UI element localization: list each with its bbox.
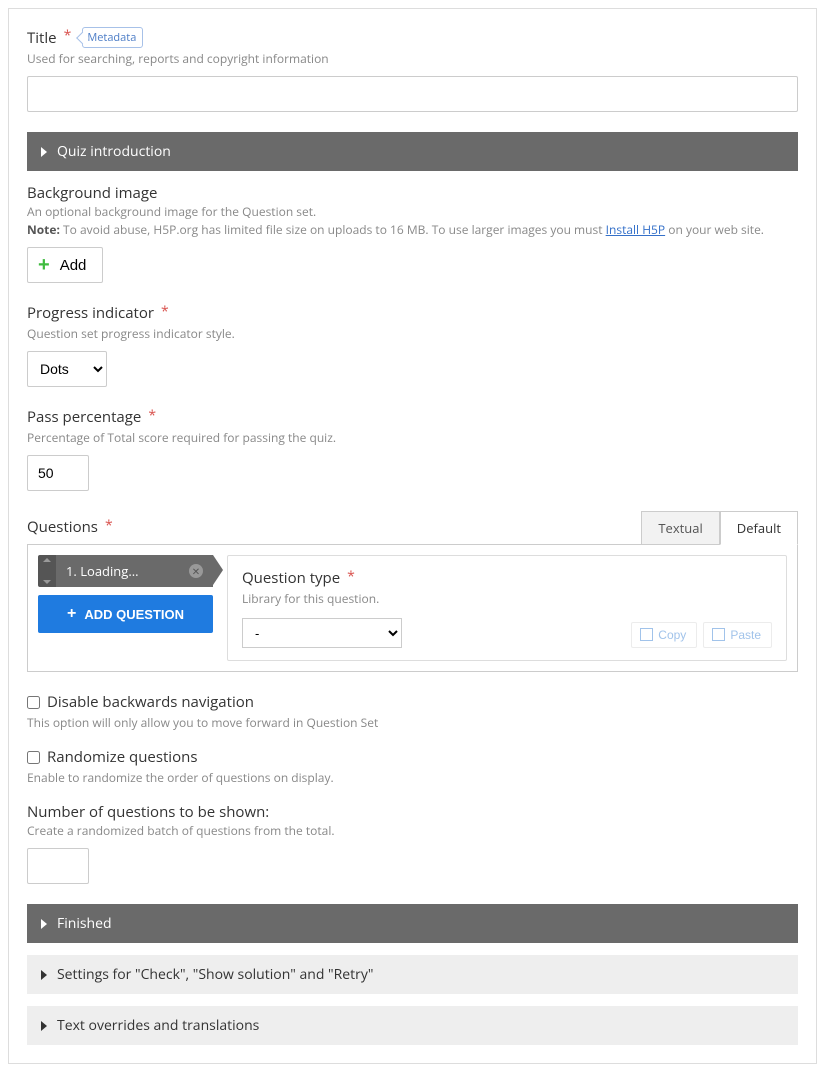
questions-group: Questions * Textual Default 1. Loading..…	[27, 511, 798, 672]
tab-textual[interactable]: Textual	[641, 511, 719, 545]
quiz-intro-accordion[interactable]: Quiz introduction	[27, 132, 798, 171]
caret-right-icon	[41, 919, 47, 929]
progress-group: Progress indicator * Question set progre…	[27, 303, 798, 387]
randomize-desc: Enable to randomize the order of questio…	[27, 769, 798, 786]
question-body: Question type * Library for this questio…	[227, 555, 787, 661]
progress-label-row: Progress indicator *	[27, 303, 798, 323]
text-overrides-accordion[interactable]: Text overrides and translations	[27, 1006, 798, 1045]
randomize-group: Randomize questions Enable to randomize …	[27, 747, 798, 786]
metadata-badge[interactable]: Metadata	[82, 27, 143, 48]
paste-button[interactable]: Paste	[703, 622, 772, 648]
settings-check-accordion[interactable]: Settings for "Check", "Show solution" an…	[27, 955, 798, 994]
paste-icon	[714, 630, 725, 641]
bg-image-label: Background image	[27, 183, 798, 203]
finished-accordion[interactable]: Finished	[27, 904, 798, 943]
question-chip: 1. Loading... ✕	[56, 555, 213, 587]
questions-label-row: Questions *	[27, 517, 113, 537]
note-text: To avoid abuse, H5P.org has limited file…	[60, 221, 606, 238]
num-shown-group: Number of questions to be shown: Create …	[27, 802, 798, 884]
pass-desc: Percentage of Total score required for p…	[27, 429, 798, 447]
num-shown-desc: Create a randomized batch of questions f…	[27, 822, 798, 840]
disable-back-checkbox[interactable]	[27, 696, 40, 709]
qtype-desc: Library for this question.	[242, 590, 772, 608]
title-input[interactable]	[27, 76, 798, 112]
required-icon: *	[347, 567, 355, 586]
questions-panel: 1. Loading... ✕ + ADD QUESTION Question …	[27, 544, 798, 672]
qtype-label: Question type	[242, 568, 340, 588]
finished-label: Finished	[57, 914, 112, 933]
progress-label: Progress indicator	[27, 303, 154, 323]
num-shown-input[interactable]	[27, 848, 89, 884]
bg-image-desc-text: An optional background image for the Que…	[27, 203, 316, 220]
randomize-label: Randomize questions	[47, 747, 197, 767]
arrow-up-icon	[43, 558, 51, 562]
copy-button[interactable]: Copy	[631, 622, 697, 648]
bg-image-group: Background image An optional background …	[27, 183, 798, 283]
add-image-label: Add	[60, 257, 87, 274]
required-icon: *	[64, 26, 72, 45]
copy-label: Copy	[658, 628, 686, 642]
title-field-group: Title * Metadata Used for searching, rep…	[27, 27, 798, 112]
copy-icon	[642, 630, 653, 641]
question-item-label: 1. Loading...	[66, 562, 139, 580]
arrow-down-icon	[43, 580, 51, 584]
question-item[interactable]: 1. Loading... ✕	[38, 555, 213, 587]
title-label: Title	[27, 28, 57, 48]
tab-default[interactable]: Default	[720, 511, 798, 545]
caret-right-icon	[41, 1021, 47, 1031]
settings-check-label: Settings for "Check", "Show solution" an…	[57, 965, 373, 984]
qtype-row: - Copy Paste	[242, 618, 772, 648]
required-icon: *	[105, 516, 113, 535]
questions-tabs: Textual Default	[641, 511, 798, 545]
required-icon: *	[148, 406, 156, 425]
randomize-row: Randomize questions	[27, 747, 798, 767]
form-container: Title * Metadata Used for searching, rep…	[8, 8, 817, 1064]
caret-right-icon	[41, 970, 47, 980]
caret-right-icon	[41, 147, 47, 157]
disable-back-label: Disable backwards navigation	[47, 692, 254, 712]
add-question-label: ADD QUESTION	[84, 607, 184, 622]
pass-label-row: Pass percentage *	[27, 407, 798, 427]
pass-input[interactable]	[27, 455, 89, 491]
required-icon: *	[161, 302, 169, 321]
remove-question-icon[interactable]: ✕	[189, 564, 203, 578]
questions-label: Questions	[27, 517, 98, 537]
pass-label: Pass percentage	[27, 407, 141, 427]
disable-back-desc: This option will only allow you to move …	[27, 714, 798, 731]
qtype-label-row: Question type *	[242, 568, 772, 588]
add-image-button[interactable]: + Add	[27, 247, 103, 283]
title-label-row: Title * Metadata	[27, 27, 798, 48]
plus-icon: +	[38, 255, 50, 275]
progress-desc: Question set progress indicator style.	[27, 325, 798, 343]
paste-label: Paste	[730, 628, 761, 642]
install-h5p-link[interactable]: Install H5P	[606, 221, 665, 238]
disable-back-row: Disable backwards navigation	[27, 692, 798, 712]
bg-image-desc: An optional background image for the Que…	[27, 203, 798, 239]
questions-sidebar: 1. Loading... ✕ + ADD QUESTION	[38, 555, 213, 661]
text-overrides-label: Text overrides and translations	[57, 1016, 259, 1035]
pass-group: Pass percentage * Percentage of Total sc…	[27, 407, 798, 491]
num-shown-label: Number of questions to be shown:	[27, 802, 798, 822]
reorder-handle[interactable]	[38, 555, 56, 587]
plus-icon: +	[67, 605, 76, 623]
note-tail: on your web site.	[665, 221, 764, 238]
randomize-checkbox[interactable]	[27, 751, 40, 764]
note-label: Note:	[27, 221, 60, 238]
questions-header: Questions * Textual Default	[27, 511, 798, 545]
qtype-select[interactable]: -	[242, 618, 402, 648]
title-description: Used for searching, reports and copyrigh…	[27, 50, 798, 68]
disable-back-group: Disable backwards navigation This option…	[27, 692, 798, 731]
add-question-button[interactable]: + ADD QUESTION	[38, 595, 213, 633]
copy-paste-group: Copy Paste	[631, 622, 772, 648]
quiz-intro-label: Quiz introduction	[57, 142, 171, 161]
progress-select[interactable]: Dots	[27, 351, 107, 387]
